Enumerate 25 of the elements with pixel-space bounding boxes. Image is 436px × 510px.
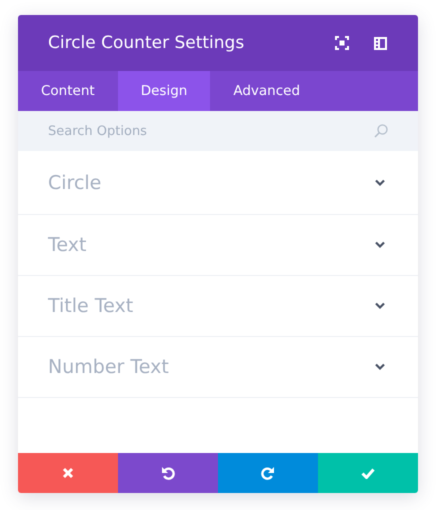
undo-button[interactable] (118, 453, 218, 493)
chevron-icon (374, 363, 386, 371)
tab[interactable]: Design (118, 71, 210, 111)
fullscreen-icon[interactable] (335, 36, 349, 50)
redo-button[interactable] (218, 453, 318, 493)
section-toggle[interactable]: Number Text (18, 337, 418, 398)
check-icon (361, 468, 375, 478)
search-bar[interactable]: Search Options (18, 111, 418, 151)
section-toggle[interactable]: Text (18, 215, 418, 276)
cancel-button[interactable] (18, 453, 118, 493)
window-title: Circle Counter Settings (48, 33, 246, 53)
chevron-icon (374, 241, 386, 249)
save-button[interactable] (318, 453, 418, 493)
chevron-icon (374, 178, 386, 186)
section-toggle[interactable]: Circle (18, 151, 418, 215)
chevron-icon (374, 302, 386, 310)
undo-icon (161, 466, 175, 480)
redo-icon (261, 466, 275, 480)
tab[interactable]: Content (18, 71, 118, 111)
search-field[interactable]: Search Options (48, 124, 374, 138)
sidebar-icon[interactable] (374, 36, 387, 50)
close-icon (62, 467, 74, 479)
tab[interactable]: Advanced (210, 71, 324, 111)
section-toggle[interactable]: Title Text (18, 276, 418, 337)
search-icon[interactable] (374, 124, 388, 138)
